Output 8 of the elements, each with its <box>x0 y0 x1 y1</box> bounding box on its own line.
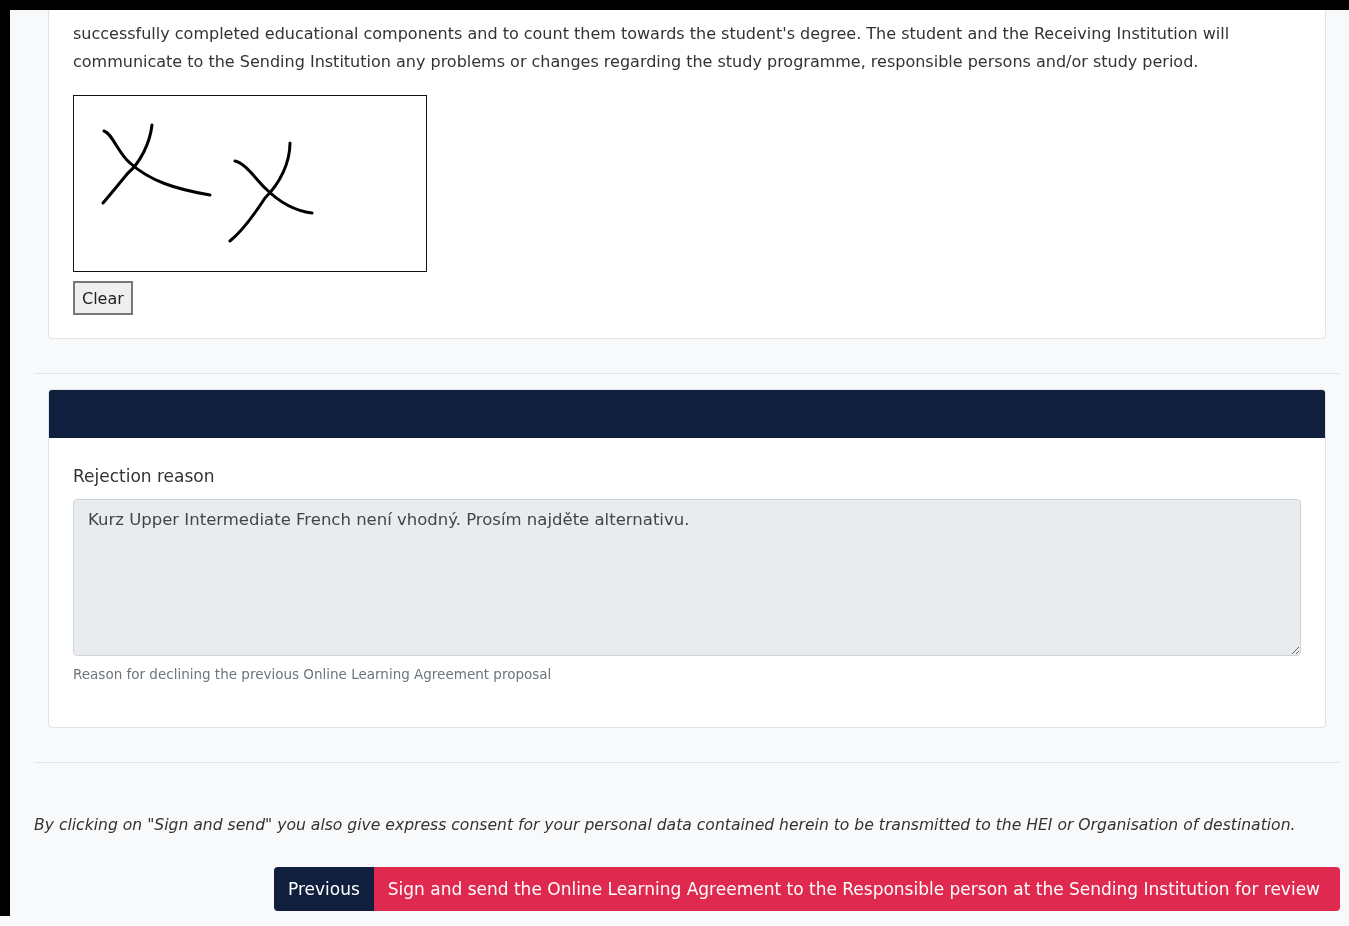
previous-button[interactable]: Previous <box>273 867 374 911</box>
consent-text: By clicking on "Sign and send" you also give express consent for your personal data contained herein to be transmitted to the HEI or Organisation of destination. <box>34 815 1297 836</box>
signature-pad[interactable] <box>73 95 427 272</box>
agreement-text: successfully completed educational components and to count them towards the student's degree. The student and the Receiving Institution will communicate to the Sending Institution any problems or changes regarding the study programme, responsible persons and/or study period. <box>73 23 1231 73</box>
field-label: Rejection reason <box>73 465 216 488</box>
clear-button[interactable]: Clear <box>73 281 133 315</box>
sign-and-send-button[interactable]: Sign and send the Online Learning Agreement to the Responsible person at the Sending Institution for review <box>373 867 1340 911</box>
help-text: Reason for declining the previous Online Learning Agreement proposal <box>73 665 553 684</box>
